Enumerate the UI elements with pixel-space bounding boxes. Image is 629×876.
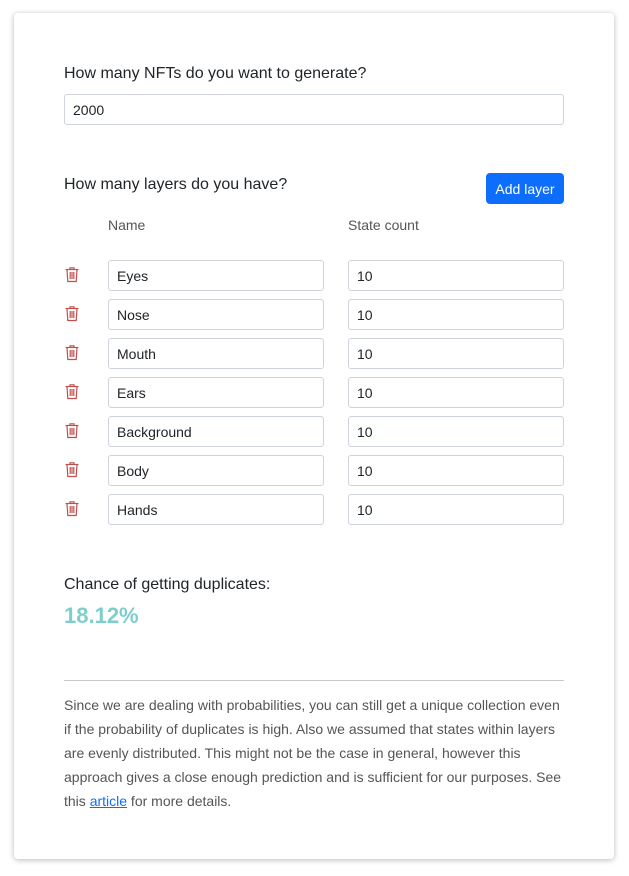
disclaimer-text-after: for more details. [127, 793, 232, 809]
layer-state-count-input[interactable] [348, 377, 564, 408]
layer-state-count-input[interactable] [348, 260, 564, 291]
layer-state-count-input[interactable] [348, 338, 564, 369]
chance-value: 18.12% [64, 603, 139, 628]
layer-name-input[interactable] [108, 494, 324, 525]
layer-state-count-input[interactable] [348, 494, 564, 525]
layer-state-count-input[interactable] [348, 455, 564, 486]
article-link[interactable]: article [90, 793, 127, 809]
layer-name-input[interactable] [108, 416, 324, 447]
layer-state-count-input[interactable] [348, 416, 564, 447]
trash-icon[interactable] [64, 422, 80, 439]
trash-icon[interactable] [64, 383, 80, 400]
layer-state-count-input[interactable] [348, 299, 564, 330]
layer-name-input[interactable] [108, 455, 324, 486]
trash-icon[interactable] [64, 461, 80, 478]
layer-name-input[interactable] [108, 338, 324, 369]
layer-name-input[interactable] [108, 299, 324, 330]
divider [64, 680, 564, 681]
trash-icon[interactable] [64, 305, 80, 322]
layers-label: How many layers do you have? [64, 176, 288, 193]
layer-name-input[interactable] [108, 377, 324, 408]
trash-icon[interactable] [64, 266, 80, 283]
trash-icon[interactable] [64, 344, 80, 361]
column-header-state-count: State count [348, 217, 419, 233]
chance-label: Chance of getting duplicates: [64, 576, 271, 593]
nft-count-input[interactable] [64, 94, 564, 125]
column-header-name: Name [108, 217, 146, 233]
layer-name-input[interactable] [108, 260, 324, 291]
disclaimer-text: Since we are dealing with probabilities,… [64, 693, 566, 813]
calculator-card: How many NFTs do you want to generate? H… [14, 13, 614, 859]
trash-icon[interactable] [64, 500, 80, 517]
add-layer-button[interactable]: Add layer [486, 173, 564, 204]
nft-count-label: How many NFTs do you want to generate? [64, 65, 367, 82]
